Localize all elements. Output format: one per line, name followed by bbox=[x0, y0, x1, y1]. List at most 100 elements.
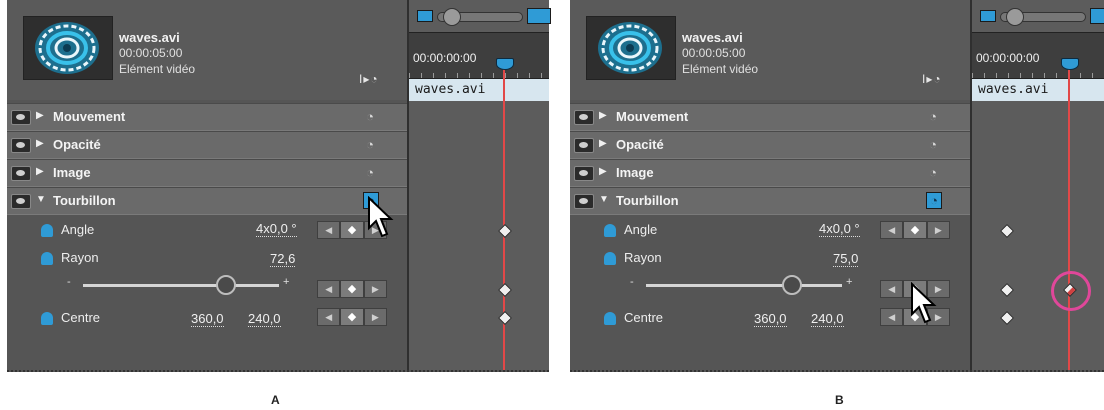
panel-b: waves.avi 00:00:05:00 Elément vidéo I▸◔ … bbox=[570, 0, 1104, 372]
timecode: 00:00:00:00 bbox=[976, 51, 1040, 65]
add-keyframe-button[interactable]: ◆ bbox=[340, 308, 364, 326]
next-keyframe-button[interactable]: ▶ bbox=[926, 221, 950, 239]
rayon-slider[interactable] bbox=[646, 284, 842, 287]
expand-arrow-icon[interactable]: ▶ bbox=[36, 110, 44, 121]
stopwatch-icon[interactable] bbox=[41, 312, 53, 325]
eye-icon[interactable] bbox=[11, 138, 31, 153]
previous-keyframe-button[interactable]: ◀ bbox=[880, 308, 904, 326]
property-row-tourbillon[interactable]: ▼ Tourbillon ◔ bbox=[570, 187, 970, 215]
property-row-mouvement[interactable]: ▶ Mouvement ◔ bbox=[7, 103, 407, 131]
rayon-slider-handle[interactable] bbox=[216, 275, 236, 295]
slider-max-label: + bbox=[846, 276, 853, 288]
collapse-arrow-icon[interactable]: ▼ bbox=[36, 194, 46, 205]
zoom-in-icon[interactable] bbox=[1090, 8, 1104, 24]
add-keyframe-button[interactable]: ◆ bbox=[903, 221, 927, 239]
clip-duration: 00:00:05:00 bbox=[119, 46, 183, 60]
zoom-in-icon[interactable] bbox=[527, 8, 551, 24]
clip-bar-label: waves.avi bbox=[415, 82, 486, 97]
clip-type: Elément vidéo bbox=[119, 62, 196, 76]
expand-arrow-icon[interactable]: ▶ bbox=[599, 166, 607, 177]
zoom-slider-handle[interactable] bbox=[1006, 8, 1024, 26]
rayon-value[interactable]: 72,6 bbox=[270, 252, 296, 267]
time-ruler[interactable]: 00:00:00:00 bbox=[972, 32, 1104, 79]
property-row-tourbillon[interactable]: ▼ Tourbillon ◔ bbox=[7, 187, 407, 215]
property-row-image[interactable]: ▶ Image ◔ bbox=[570, 159, 970, 187]
expand-arrow-icon[interactable]: ▶ bbox=[599, 138, 607, 149]
stopwatch-icon[interactable]: ◔ bbox=[926, 109, 940, 124]
collapse-arrow-icon[interactable]: ▼ bbox=[599, 194, 609, 205]
angle-value[interactable]: 4x0,0 ° bbox=[819, 222, 860, 237]
mouse-cursor-icon bbox=[911, 282, 937, 324]
keyframe-marker[interactable] bbox=[999, 223, 1015, 239]
add-keyframe-button[interactable]: ◆ bbox=[340, 280, 364, 298]
param-label-centre: Centre bbox=[624, 310, 664, 325]
eye-icon[interactable] bbox=[11, 110, 31, 125]
show-hide-keyframes-icon[interactable]: I▸◔ bbox=[359, 72, 379, 86]
mouse-cursor-icon bbox=[368, 196, 394, 238]
slider-max-label: + bbox=[283, 276, 290, 288]
eye-icon[interactable] bbox=[574, 138, 594, 153]
stopwatch-icon[interactable]: ◔ bbox=[926, 192, 942, 209]
clip-bar[interactable]: waves.avi bbox=[409, 78, 549, 101]
clip-thumbnail bbox=[23, 16, 113, 80]
eye-icon[interactable] bbox=[11, 166, 31, 181]
centre-x-value[interactable]: 360,0 bbox=[754, 312, 787, 327]
highlight-ring bbox=[1051, 271, 1091, 311]
param-label-angle: Angle bbox=[61, 222, 95, 237]
eye-icon[interactable] bbox=[574, 110, 594, 125]
stopwatch-icon[interactable] bbox=[604, 224, 616, 237]
next-keyframe-button[interactable]: ▶ bbox=[363, 308, 387, 326]
stopwatch-icon[interactable] bbox=[604, 252, 616, 265]
playhead-handle[interactable] bbox=[1061, 58, 1079, 70]
stopwatch-icon[interactable]: ◔ bbox=[926, 137, 940, 152]
keyframe-marker[interactable] bbox=[999, 310, 1015, 326]
show-hide-keyframes-icon[interactable]: I▸◔ bbox=[922, 72, 942, 86]
add-keyframe-button[interactable]: ◆ bbox=[340, 221, 364, 239]
playhead-handle[interactable] bbox=[496, 58, 514, 70]
timeline[interactable]: 00:00:00:00 waves.avi bbox=[407, 0, 551, 370]
next-keyframe-button[interactable]: ▶ bbox=[363, 280, 387, 298]
stopwatch-icon[interactable]: ◔ bbox=[363, 137, 377, 152]
angle-value[interactable]: 4x0,0 ° bbox=[256, 222, 297, 237]
clip-title: waves.avi bbox=[682, 30, 743, 45]
timeline[interactable]: 00:00:00:00 waves.avi bbox=[970, 0, 1104, 370]
stopwatch-icon[interactable]: ◔ bbox=[363, 165, 377, 180]
keyframe-marker[interactable] bbox=[497, 282, 513, 298]
eye-icon[interactable] bbox=[574, 166, 594, 181]
eye-icon[interactable] bbox=[574, 194, 594, 209]
previous-keyframe-button[interactable]: ◀ bbox=[317, 280, 341, 298]
stopwatch-icon[interactable] bbox=[604, 312, 616, 325]
previous-keyframe-button[interactable]: ◀ bbox=[317, 308, 341, 326]
keyframe-nav-centre: ◀ ◆ ▶ bbox=[317, 308, 387, 326]
param-label-rayon: Rayon bbox=[624, 250, 662, 265]
previous-keyframe-button[interactable]: ◀ bbox=[880, 221, 904, 239]
clip-bar[interactable]: waves.avi bbox=[972, 78, 1104, 101]
property-row-image[interactable]: ▶ Image ◔ bbox=[7, 159, 407, 187]
centre-x-value[interactable]: 360,0 bbox=[191, 312, 224, 327]
property-row-opacite[interactable]: ▶ Opacité ◔ bbox=[570, 131, 970, 159]
rayon-slider[interactable] bbox=[83, 284, 279, 287]
expand-arrow-icon[interactable]: ▶ bbox=[599, 110, 607, 121]
property-row-mouvement[interactable]: ▶ Mouvement ◔ bbox=[570, 103, 970, 131]
keyframe-marker[interactable] bbox=[999, 282, 1015, 298]
eye-icon[interactable] bbox=[11, 194, 31, 209]
expand-arrow-icon[interactable]: ▶ bbox=[36, 138, 44, 149]
time-ruler[interactable]: 00:00:00:00 bbox=[409, 32, 549, 79]
centre-y-value[interactable]: 240,0 bbox=[248, 312, 281, 327]
rayon-slider-handle[interactable] bbox=[782, 275, 802, 295]
property-row-opacite[interactable]: ▶ Opacité ◔ bbox=[7, 131, 407, 159]
zoom-out-icon[interactable] bbox=[417, 10, 433, 22]
stopwatch-icon[interactable]: ◔ bbox=[363, 109, 377, 124]
stopwatch-icon[interactable] bbox=[41, 252, 53, 265]
previous-keyframe-button[interactable]: ◀ bbox=[317, 221, 341, 239]
stopwatch-icon[interactable] bbox=[41, 224, 53, 237]
keyframe-marker[interactable] bbox=[497, 310, 513, 326]
expand-arrow-icon[interactable]: ▶ bbox=[36, 166, 44, 177]
keyframe-marker[interactable] bbox=[497, 223, 513, 239]
zoom-out-icon[interactable] bbox=[980, 10, 996, 22]
stopwatch-icon[interactable]: ◔ bbox=[926, 165, 940, 180]
previous-keyframe-button[interactable]: ◀ bbox=[880, 280, 904, 298]
rayon-value[interactable]: 75,0 bbox=[833, 252, 859, 267]
centre-y-value[interactable]: 240,0 bbox=[811, 312, 844, 327]
zoom-slider-handle[interactable] bbox=[443, 8, 461, 26]
